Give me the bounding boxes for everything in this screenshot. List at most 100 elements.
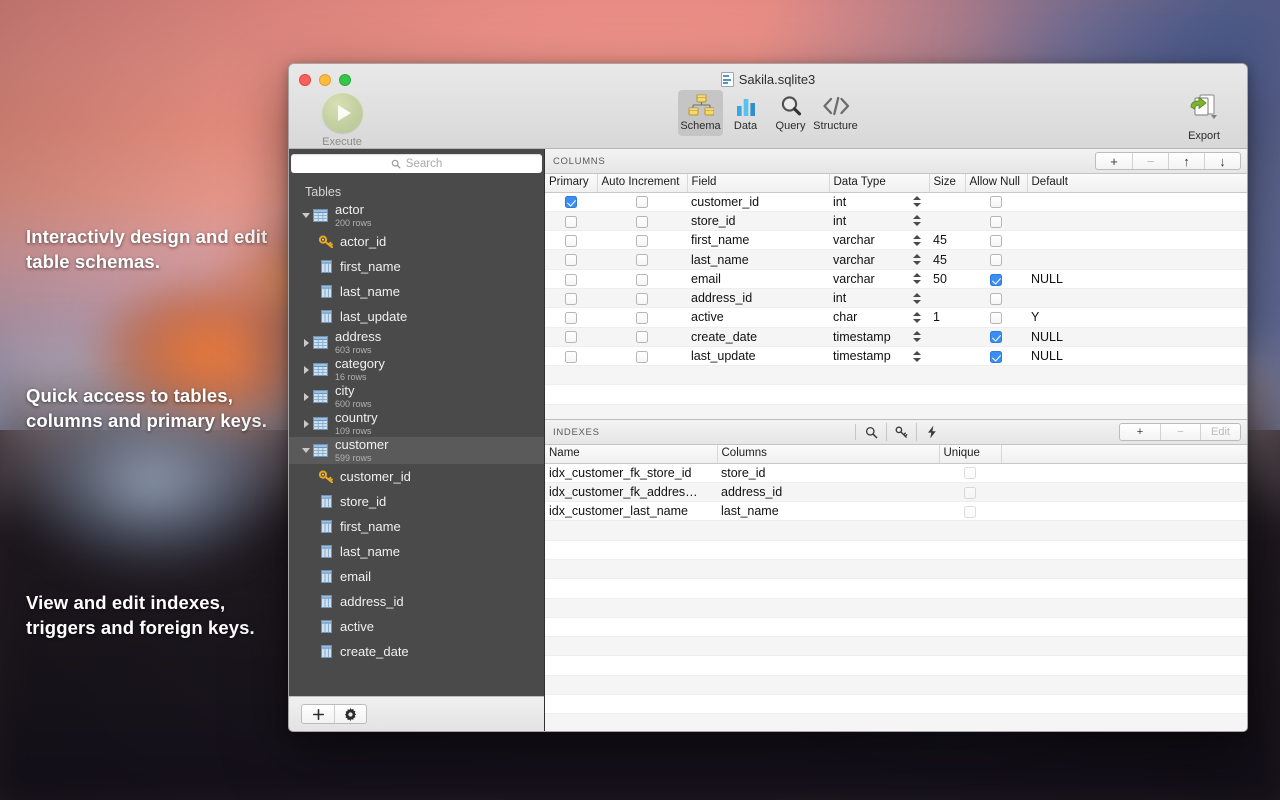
size-cell[interactable]: [929, 327, 965, 346]
field-name-cell[interactable]: create_date: [687, 327, 829, 346]
unique-checkbox[interactable]: [964, 506, 976, 518]
primary-key-checkbox[interactable]: [565, 331, 577, 343]
data-type-stepper[interactable]: [913, 311, 921, 324]
sidebar-column-email[interactable]: email: [289, 564, 544, 589]
columns-table-row[interactable]: customer_idint: [545, 192, 1247, 211]
allow-null-checkbox[interactable]: [990, 293, 1002, 305]
default-value-cell[interactable]: [1027, 231, 1247, 250]
data-type-cell[interactable]: char: [829, 308, 929, 327]
data-type-stepper[interactable]: [913, 292, 921, 305]
sidebar-column-last_update[interactable]: last_update: [289, 304, 544, 329]
columns-table-row[interactable]: create_datetimestampNULL: [545, 327, 1247, 346]
default-value-cell[interactable]: [1027, 192, 1247, 211]
default-value-cell[interactable]: [1027, 288, 1247, 307]
column-header[interactable]: Primary: [545, 174, 597, 192]
tab-data[interactable]: Data: [723, 90, 768, 136]
primary-key-checkbox[interactable]: [565, 312, 577, 324]
sidebar-table-country[interactable]: country109 rows: [289, 410, 544, 437]
data-type-stepper[interactable]: [913, 272, 921, 285]
index-columns-cell[interactable]: last_name: [717, 502, 939, 521]
indexes-table-row[interactable]: idx_customer_fk_store_idstore_id: [545, 463, 1247, 482]
column-header[interactable]: Auto Increment: [597, 174, 687, 192]
tab-structure[interactable]: Structure: [813, 90, 858, 136]
move-down-button[interactable]: ↓: [1204, 153, 1240, 169]
index-header[interactable]: Name: [545, 445, 717, 463]
size-cell[interactable]: [929, 211, 965, 230]
columns-table-row[interactable]: last_updatetimestampNULL: [545, 346, 1247, 365]
default-value-cell[interactable]: NULL: [1027, 327, 1247, 346]
field-name-cell[interactable]: store_id: [687, 211, 829, 230]
primary-key-checkbox[interactable]: [565, 235, 577, 247]
size-cell[interactable]: 1: [929, 308, 965, 327]
foreign-keys-tab[interactable]: [886, 423, 916, 441]
data-type-stepper[interactable]: [913, 214, 921, 227]
move-up-button[interactable]: ↑: [1168, 153, 1204, 169]
auto-increment-checkbox[interactable]: [636, 293, 648, 305]
field-name-cell[interactable]: last_name: [687, 250, 829, 269]
sidebar-table-city[interactable]: city600 rows: [289, 383, 544, 410]
sidebar-column-first_name[interactable]: first_name: [289, 514, 544, 539]
allow-null-checkbox[interactable]: [990, 196, 1002, 208]
sidebar-table-address[interactable]: address603 rows: [289, 329, 544, 356]
allow-null-checkbox[interactable]: [990, 235, 1002, 247]
edit-index-button[interactable]: Edit: [1200, 424, 1240, 440]
sidebar-column-actor_id[interactable]: actor_id: [289, 229, 544, 254]
tab-schema[interactable]: Schema: [678, 90, 723, 136]
column-header[interactable]: Allow Null: [965, 174, 1027, 192]
sidebar-column-create_date[interactable]: create_date: [289, 639, 544, 664]
index-columns-cell[interactable]: address_id: [717, 482, 939, 501]
index-columns-cell[interactable]: store_id: [717, 463, 939, 482]
column-header[interactable]: Field: [687, 174, 829, 192]
index-name-cell[interactable]: idx_customer_fk_addres…: [545, 482, 717, 501]
sidebar-column-address_id[interactable]: address_id: [289, 589, 544, 614]
columns-table-row[interactable]: address_idint: [545, 288, 1247, 307]
chevron-right-icon[interactable]: [299, 393, 313, 401]
sidebar-table-category[interactable]: category16 rows: [289, 356, 544, 383]
sidebar-column-last_name[interactable]: last_name: [289, 539, 544, 564]
size-cell[interactable]: 45: [929, 231, 965, 250]
add-index-button[interactable]: +: [1120, 424, 1160, 440]
execute-button[interactable]: Execute: [311, 92, 373, 148]
allow-null-checkbox[interactable]: [990, 331, 1002, 343]
auto-increment-checkbox[interactable]: [636, 216, 648, 228]
field-name-cell[interactable]: address_id: [687, 288, 829, 307]
primary-key-checkbox[interactable]: [565, 293, 577, 305]
indexes-tab[interactable]: [856, 423, 886, 441]
allow-null-checkbox[interactable]: [990, 351, 1002, 363]
auto-increment-checkbox[interactable]: [636, 254, 648, 266]
default-value-cell[interactable]: [1027, 250, 1247, 269]
data-type-cell[interactable]: timestamp: [829, 346, 929, 365]
columns-table-scroll[interactable]: PrimaryAuto IncrementFieldData TypeSizeA…: [545, 174, 1247, 419]
export-button[interactable]: Export: [1173, 93, 1235, 142]
remove-column-button[interactable]: −: [1132, 153, 1168, 169]
size-cell[interactable]: 50: [929, 269, 965, 288]
allow-null-checkbox[interactable]: [990, 254, 1002, 266]
chevron-down-icon[interactable]: [299, 213, 313, 218]
data-type-cell[interactable]: varchar: [829, 250, 929, 269]
size-cell[interactable]: [929, 346, 965, 365]
columns-table-row[interactable]: first_namevarchar45: [545, 231, 1247, 250]
allow-null-checkbox[interactable]: [990, 274, 1002, 286]
data-type-cell[interactable]: int: [829, 211, 929, 230]
chevron-right-icon[interactable]: [299, 420, 313, 428]
columns-table-row[interactable]: activechar1Y: [545, 308, 1247, 327]
default-value-cell[interactable]: NULL: [1027, 269, 1247, 288]
data-type-cell[interactable]: int: [829, 288, 929, 307]
unique-checkbox[interactable]: [964, 487, 976, 499]
sidebar-table-actor[interactable]: actor200 rows: [289, 202, 544, 229]
default-value-cell[interactable]: Y: [1027, 308, 1247, 327]
column-header[interactable]: Size: [929, 174, 965, 192]
size-cell[interactable]: 45: [929, 250, 965, 269]
field-name-cell[interactable]: last_update: [687, 346, 829, 365]
sidebar-column-active[interactable]: active: [289, 614, 544, 639]
indexes-table-row[interactable]: idx_customer_last_namelast_name: [545, 502, 1247, 521]
data-type-stepper[interactable]: [913, 253, 921, 266]
primary-key-checkbox[interactable]: [565, 196, 577, 208]
columns-table-row[interactable]: last_namevarchar45: [545, 250, 1247, 269]
tab-query[interactable]: Query: [768, 90, 813, 136]
allow-null-checkbox[interactable]: [990, 216, 1002, 228]
column-header[interactable]: Data Type: [829, 174, 929, 192]
sidebar-table-customer[interactable]: customer599 rows: [289, 437, 544, 464]
auto-increment-checkbox[interactable]: [636, 196, 648, 208]
tables-tree[interactable]: Tables actor200 rowsactor_idfirst_namela…: [289, 179, 544, 696]
